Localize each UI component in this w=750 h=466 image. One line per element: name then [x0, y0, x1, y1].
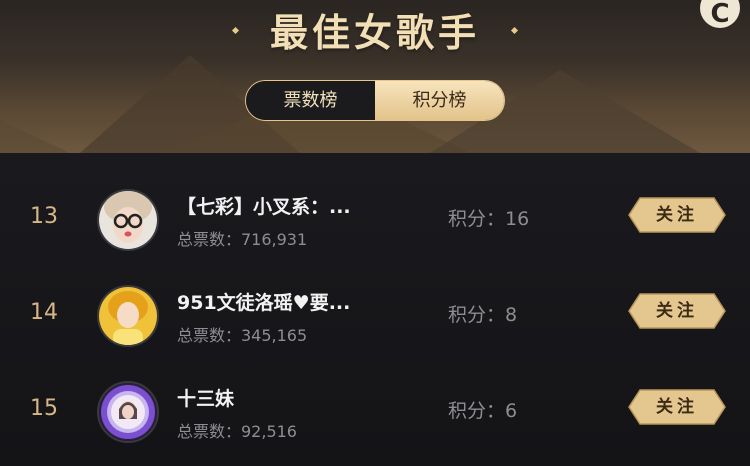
follow-label: 关注 — [656, 205, 698, 225]
list-item: 14 951文徒洛瑶♥要... 总票数：345,165 积分：8 关注 — [0, 275, 750, 371]
follow-button[interactable]: 关注 — [628, 197, 726, 233]
total-votes: 总票数：92,516 — [177, 422, 297, 441]
follow-button[interactable]: 关注 — [628, 293, 726, 329]
avatar-purple-frame[interactable] — [97, 381, 159, 443]
singer-name[interactable]: 951文徒洛瑶♥要... — [177, 288, 350, 315]
ranking-tabs: 票数榜 积分榜 — [245, 80, 505, 121]
avatar-glasses-girl[interactable] — [97, 189, 159, 251]
rank-number: 13 — [30, 204, 58, 229]
tab-points[interactable]: 积分榜 — [375, 81, 504, 120]
rank-number: 15 — [30, 396, 58, 421]
ranking-list: 13 【七彩】小叉系：... 总票数：716,931 积分：16 关注 14 9… — [0, 153, 750, 466]
follow-button[interactable]: 关注 — [628, 389, 726, 425]
rank-number: 14 — [30, 300, 58, 325]
points: 积分：16 — [448, 208, 530, 230]
singer-name[interactable]: 十三妹 — [177, 384, 234, 411]
follow-label: 关注 — [656, 301, 698, 321]
header-banner: 最佳女歌手 C 票数榜 积分榜 — [0, 0, 750, 153]
total-votes: 总票数：345,165 — [177, 326, 308, 345]
list-item: 13 【七彩】小叉系：... 总票数：716,931 积分：16 关注 — [0, 179, 750, 275]
follow-label: 关注 — [656, 397, 698, 417]
page-title: 最佳女歌手 — [269, 11, 480, 55]
tab-votes[interactable]: 票数榜 — [246, 81, 375, 120]
points: 积分：8 — [448, 304, 518, 326]
list-item: 15 十三妹 总票数：92,516 积分：6 关注 — [0, 371, 750, 466]
points: 积分：6 — [448, 400, 518, 422]
singer-name[interactable]: 【七彩】小叉系：... — [177, 192, 351, 219]
total-votes: 总票数：716,931 — [177, 230, 308, 249]
avatar-yellow-girl[interactable] — [97, 285, 159, 347]
